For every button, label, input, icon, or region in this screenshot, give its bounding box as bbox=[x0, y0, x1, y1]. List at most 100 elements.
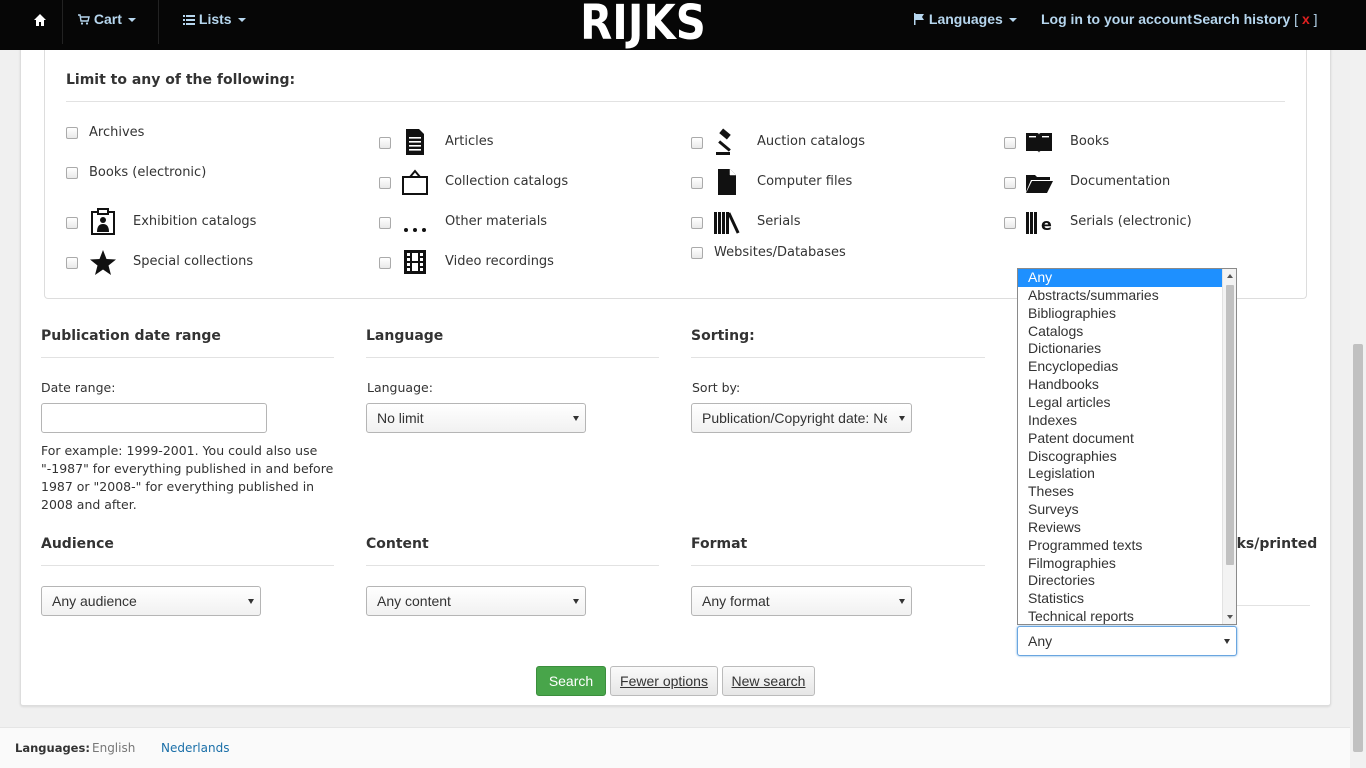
divider bbox=[691, 357, 985, 358]
audience-select[interactable]: Any audience bbox=[41, 586, 261, 616]
gavel-icon bbox=[716, 128, 731, 155]
format-label-computer-files: Computer files bbox=[757, 174, 853, 189]
dropdown-option[interactable]: Indexes bbox=[1018, 412, 1222, 430]
nav-divider bbox=[158, 0, 159, 44]
format-label-archives: Archives bbox=[89, 125, 145, 140]
museum-logo[interactable]: RIJKS MUSEUM bbox=[487, 0, 798, 104]
sorting-title: Sorting: bbox=[691, 328, 755, 344]
checkbox-auction-catalogs[interactable] bbox=[691, 137, 703, 149]
checkbox-articles[interactable] bbox=[379, 137, 391, 149]
dropdown-option[interactable]: Catalogs bbox=[1018, 323, 1222, 341]
dropdown-scroll-thumb[interactable] bbox=[1226, 285, 1234, 565]
dropdown-option[interactable]: Patent document bbox=[1018, 430, 1222, 448]
dropdown-option[interactable]: Legal articles bbox=[1018, 394, 1222, 412]
lists-menu[interactable]: Lists bbox=[183, 0, 246, 40]
dropdown-option[interactable]: Theses bbox=[1018, 483, 1222, 501]
format-label-serials-electronic: Serials (electronic) bbox=[1070, 214, 1192, 229]
serials-icon bbox=[714, 212, 740, 234]
checkbox-documentation[interactable] bbox=[1004, 177, 1016, 189]
format-select[interactable]: Any format bbox=[691, 586, 912, 616]
chevron-down-icon bbox=[237, 18, 246, 23]
format-label-auction-catalogs: Auction catalogs bbox=[757, 134, 866, 149]
format-label-websites-databases: Websites/Databases bbox=[714, 245, 846, 260]
new-search-button[interactable]: New search bbox=[722, 666, 815, 696]
date-range-label: Date range: bbox=[41, 380, 116, 395]
dropdown-option[interactable]: Bibliographies bbox=[1018, 305, 1222, 323]
content-select-value: Any content bbox=[377, 593, 451, 609]
chevron-down-icon bbox=[573, 416, 579, 421]
search-history-link[interactable]: Search history [ x ] bbox=[1193, 0, 1318, 40]
dropdown-option[interactable]: Abstracts/summaries bbox=[1018, 287, 1222, 305]
dropdown-option[interactable]: Technical reports bbox=[1018, 608, 1222, 624]
cart-icon bbox=[78, 11, 94, 27]
footer-language-dutch[interactable]: Nederlands bbox=[161, 741, 229, 755]
dropdown-option[interactable]: Handbooks bbox=[1018, 376, 1222, 394]
languages-label: Languages bbox=[928, 11, 1003, 27]
dropdown-option[interactable]: Encyclopedias bbox=[1018, 358, 1222, 376]
top-navbar: Cart Lists RIJKS MUSEUM Languages Log in… bbox=[0, 0, 1366, 104]
scroll-up-icon[interactable] bbox=[1227, 274, 1233, 278]
dropdown-scrollbar[interactable] bbox=[1222, 269, 1236, 624]
footer-languages-label: Languages: bbox=[15, 741, 90, 755]
chevron-down-icon bbox=[899, 599, 905, 604]
checkbox-computer-files[interactable] bbox=[691, 177, 703, 189]
language-label: Language: bbox=[367, 380, 433, 395]
page-scrollbar[interactable] bbox=[1350, 50, 1366, 768]
cart-menu[interactable]: Cart bbox=[78, 0, 136, 40]
home-icon[interactable] bbox=[33, 0, 47, 40]
divider bbox=[41, 357, 334, 358]
checkbox-video-recordings[interactable] bbox=[379, 257, 391, 269]
clear-history-button[interactable]: x bbox=[1302, 11, 1310, 27]
format-label-books: Books bbox=[1070, 134, 1110, 149]
chevron-down-icon bbox=[248, 599, 254, 604]
language-select[interactable]: No limit bbox=[366, 403, 586, 433]
fewer-options-button[interactable]: Fewer options bbox=[610, 666, 718, 696]
exhibition-icon bbox=[91, 208, 115, 235]
scroll-down-icon[interactable] bbox=[1227, 615, 1233, 619]
collection-icon bbox=[402, 169, 428, 195]
checkbox-websites-databases[interactable] bbox=[691, 247, 703, 259]
limit-title: Limit to any of the following: bbox=[66, 72, 296, 88]
search-history-label: Search history bbox=[1193, 11, 1291, 27]
checkbox-serials-electronic[interactable] bbox=[1004, 217, 1016, 229]
date-range-help: For example: 1999-2001. You could also u… bbox=[41, 443, 334, 512]
content-title: Content bbox=[366, 536, 429, 552]
sort-select[interactable]: Publication/Copyright date: Ne bbox=[691, 403, 912, 433]
checkbox-other-materials[interactable] bbox=[379, 217, 391, 229]
lists-label: Lists bbox=[198, 11, 232, 27]
footer-language-english: English bbox=[92, 741, 136, 755]
dropdown-option[interactable]: Surveys bbox=[1018, 501, 1222, 519]
folder-icon bbox=[1026, 175, 1053, 193]
dropdown-option[interactable]: Reviews bbox=[1018, 519, 1222, 537]
eserials-icon: e bbox=[1026, 212, 1052, 234]
dropdown-option[interactable]: Programmed texts bbox=[1018, 537, 1222, 555]
date-range-input[interactable] bbox=[41, 403, 267, 433]
dropdown-option[interactable]: Filmographies bbox=[1018, 555, 1222, 573]
nature-select[interactable]: Any bbox=[1017, 626, 1237, 656]
checkbox-archives[interactable] bbox=[66, 127, 78, 139]
dropdown-option[interactable]: Dictionaries bbox=[1018, 340, 1222, 358]
page-scroll-thumb[interactable] bbox=[1353, 344, 1363, 752]
checkbox-books-electronic[interactable] bbox=[66, 167, 78, 179]
file-icon bbox=[718, 169, 736, 195]
checkbox-books[interactable] bbox=[1004, 137, 1016, 149]
checkbox-exhibition-catalogs[interactable] bbox=[66, 217, 78, 229]
chevron-down-icon bbox=[1224, 639, 1230, 644]
dropdown-option[interactable]: Any bbox=[1018, 269, 1222, 287]
checkbox-special-collections[interactable] bbox=[66, 257, 78, 269]
search-button[interactable]: Search bbox=[536, 666, 606, 696]
checkbox-serials[interactable] bbox=[691, 217, 703, 229]
languages-menu[interactable]: Languages bbox=[914, 0, 1017, 40]
dropdown-option[interactable]: Discographies bbox=[1018, 448, 1222, 466]
book-icon bbox=[1026, 133, 1052, 153]
content-select[interactable]: Any content bbox=[366, 586, 586, 616]
dropdown-option[interactable]: Directories bbox=[1018, 572, 1222, 590]
dropdown-option[interactable]: Legislation bbox=[1018, 465, 1222, 483]
login-link[interactable]: Log in to your account bbox=[1041, 0, 1192, 40]
dropdown-option[interactable]: Statistics bbox=[1018, 590, 1222, 608]
checkbox-collection-catalogs[interactable] bbox=[379, 177, 391, 189]
audience-select-value: Any audience bbox=[52, 593, 137, 609]
bracket-close: ] bbox=[1313, 11, 1318, 27]
footer: Languages: English Nederlands bbox=[0, 727, 1350, 768]
nature-dropdown-list[interactable]: Any Abstracts/summaries Bibliographies Cata… bbox=[1017, 268, 1237, 625]
